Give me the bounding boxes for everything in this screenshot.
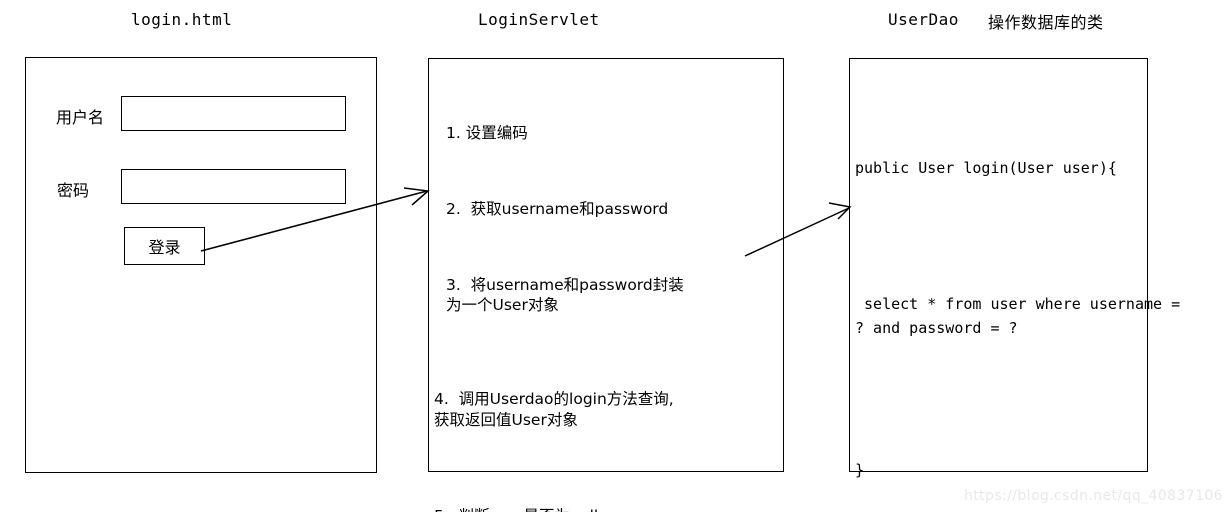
code-line: } [855,461,865,479]
source-watermark: https://blog.csdn.net/qq_40837106 [964,488,1223,504]
dao-panel-title: UserDao [888,10,959,29]
dao-panel-note: 操作数据库的类 [988,13,1104,32]
step-text: 设置编码 [465,124,528,143]
step-text: 调用Userdao的login方法查询, 获取返回值User对象 [434,390,674,429]
password-input[interactable] [121,169,346,204]
step-number: 2. [446,200,461,219]
username-label: 用户名 [56,108,105,127]
step-text: 获取username和password [470,200,669,219]
servlet-panel-title: LoginServlet [478,10,600,29]
step-text: 将username和password封装 为一个User对象 [446,275,684,315]
code-line: public User login(User user){ [855,159,1117,177]
list-item: 2. 获取username和password [446,199,866,220]
password-label: 密码 [57,181,90,200]
login-submit-button[interactable]: 登录 [124,227,205,265]
list-item: 5. 判断user是否为null [434,506,866,512]
username-input[interactable] [121,96,346,131]
dao-code-block: public User login(User user){ select * f… [855,108,1185,512]
list-item: 1. 设置编码 [446,123,866,144]
list-item: 3. 将username和password封装 为一个User对象 [446,275,866,316]
step-number: 1. [446,124,461,143]
login-submit-label: 登录 [148,238,181,257]
step-text: 判断user是否为null [459,507,599,512]
servlet-step-list: 1. 设置编码 2. 获取username和password 3. 将usern… [434,82,866,512]
diagram-canvas: login.html LoginServlet UserDao 操作数据库的类 … [0,0,1231,512]
list-item: 4. 调用Userdao的login方法查询, 获取返回值User对象 [434,389,866,430]
step-number: 3. [446,275,461,294]
step-number: 4. [434,390,449,409]
step-number: 5. [434,507,449,512]
login-panel-title: login.html [131,10,233,29]
code-line: select * from user where username = ? an… [855,295,1190,337]
